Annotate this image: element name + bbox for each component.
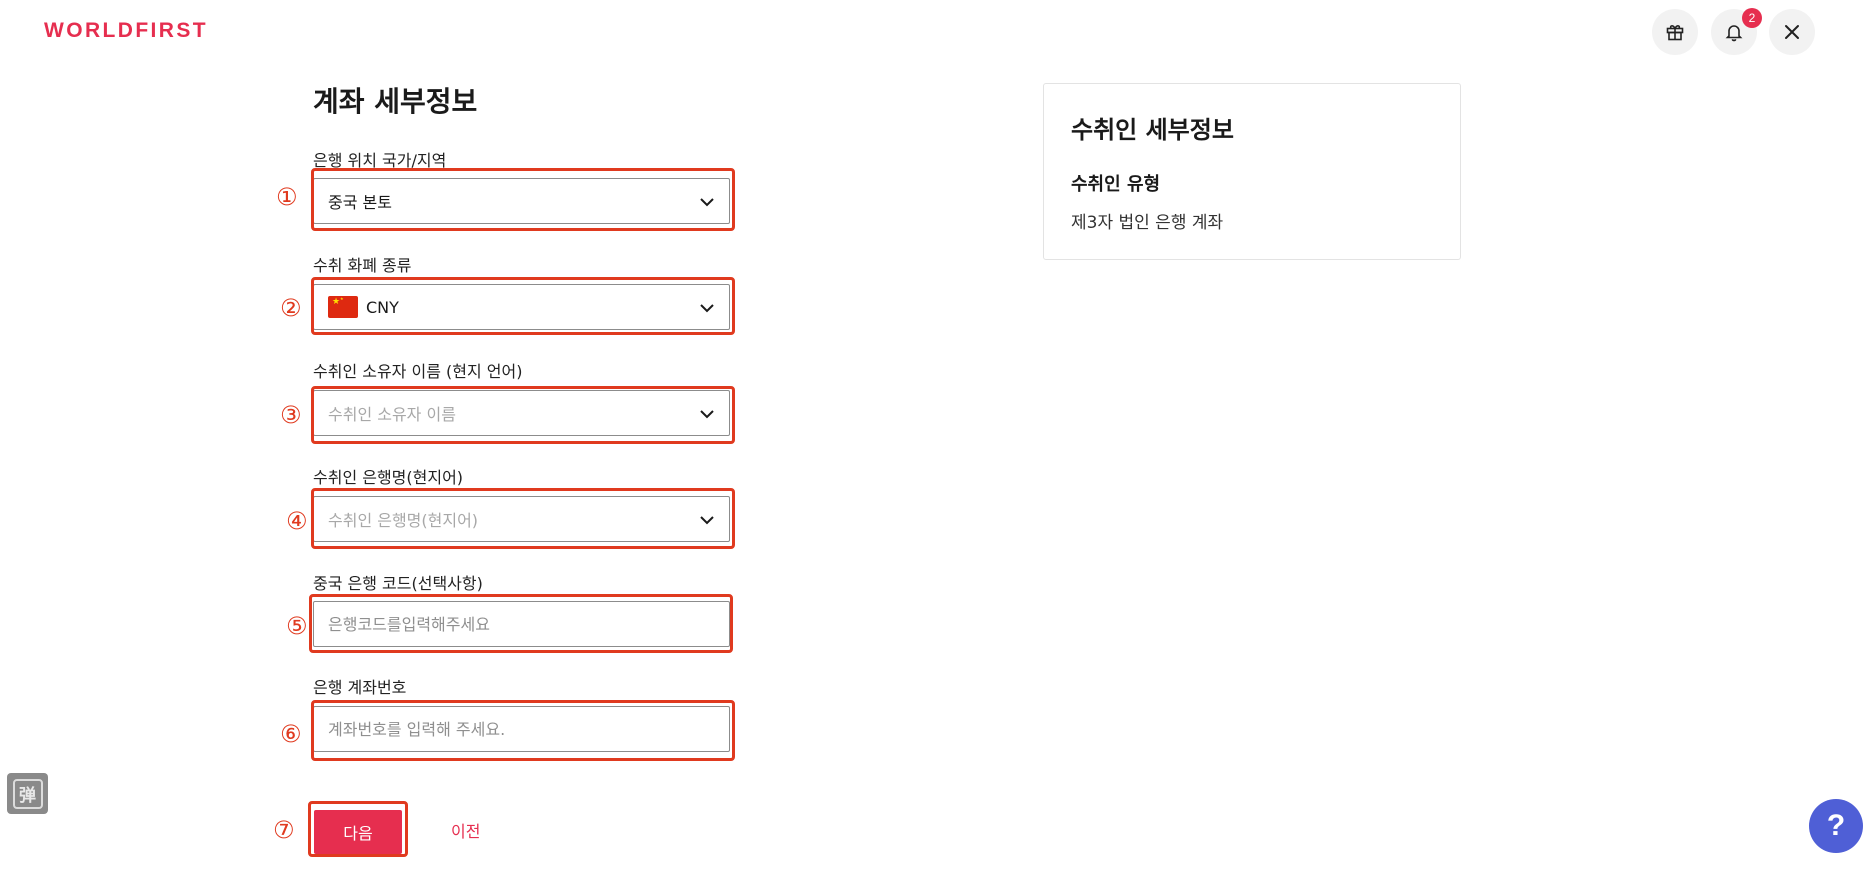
form-title: 계좌 세부정보 [313,85,478,118]
annotation-number-1: ① [276,183,298,211]
bank-name-placeholder: 수취인 은행명(현지어) [328,511,479,530]
annotation-number-7: ⑦ [273,816,295,844]
country-select[interactable]: 중국 본토 [313,178,730,224]
currency-select[interactable]: ★ ★ CNY [313,284,730,330]
china-flag-icon: ★ ★ [328,296,358,318]
bell-icon [1724,22,1744,42]
bank-code-field[interactable] [313,601,730,647]
chevron-down-icon [699,510,715,529]
chevron-down-icon [699,298,715,317]
annotation-number-6: ⑥ [280,720,302,748]
annotation-number-2: ② [280,294,302,322]
recipient-type-value: 제3자 법인 은행 계좌 [1071,213,1224,233]
danmaku-icon: 弹 [12,778,43,809]
account-number-input[interactable] [328,719,715,739]
annotation-number-3: ③ [280,401,302,429]
gift-button[interactable] [1652,9,1698,55]
notification-badge: 2 [1742,8,1762,28]
holder-name-select[interactable]: 수취인 소유자 이름 [313,390,730,436]
gift-icon [1665,22,1685,42]
card-title: 수취인 세부정보 [1071,116,1234,144]
bank-code-input[interactable] [328,614,715,634]
close-icon [1783,23,1801,41]
annotation-number-5: ⑤ [286,612,308,640]
chevron-down-icon [699,404,715,423]
bank-name-select[interactable]: 수취인 은행명(현지어) [313,496,730,542]
account-number-field[interactable] [313,706,730,752]
holder-name-label: 수취인 소유자 이름 (현지 언어) [313,362,523,381]
recipient-summary-card: 수취인 세부정보 수취인 유형 제3자 법인 은행 계좌 [1043,83,1461,260]
close-button[interactable] [1769,9,1815,55]
bank-code-label: 중국 은행 코드(선택사항) [313,574,483,593]
next-button[interactable]: 다음 [314,810,402,854]
page: WORLDFIRST 2 계좌 세부정보 은행 위치 국가/지역 중국 본토 수… [0,0,1876,879]
currency-label: 수취 화폐 종류 [313,256,412,275]
country-value: 중국 본토 [328,193,392,212]
previous-link[interactable]: 이전 [451,818,480,842]
currency-value: CNY [366,297,399,317]
country-label: 은행 위치 국가/지역 [313,151,447,170]
holder-name-placeholder: 수취인 소유자 이름 [328,405,456,424]
bank-name-label: 수취인 은행명(현지어) [313,468,464,487]
danmaku-widget[interactable]: 弹 [7,773,48,814]
chevron-down-icon [699,192,715,211]
account-number-label: 은행 계좌번호 [313,678,407,697]
top-bar: WORLDFIRST 2 [0,0,1876,62]
annotation-number-4: ④ [286,507,308,535]
help-button[interactable]: ? [1809,799,1863,853]
recipient-type-label: 수취인 유형 [1071,174,1161,195]
worldfirst-logo[interactable]: WORLDFIRST [44,19,208,43]
